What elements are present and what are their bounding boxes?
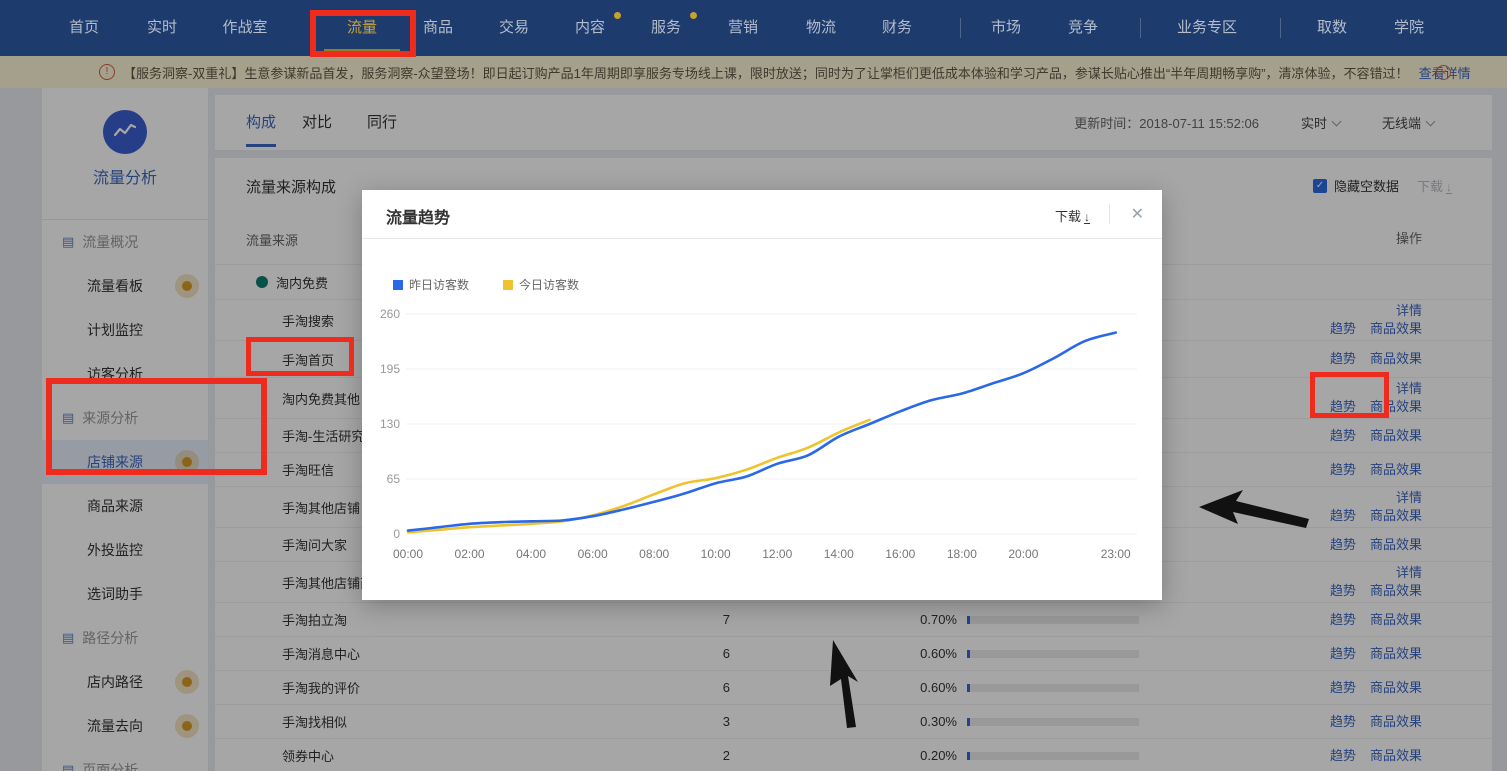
- svg-text:04:00: 04:00: [516, 547, 546, 561]
- trend-modal: 流量趋势 下载↓ ✕ 昨日访客数今日访客数 06513019526000:000…: [362, 190, 1162, 600]
- svg-text:260: 260: [380, 307, 400, 321]
- nav-item-市场[interactable]: 市场: [991, 0, 1021, 56]
- nav-item-首页[interactable]: 首页: [69, 0, 99, 56]
- legend-label: 昨日访客数: [409, 276, 469, 293]
- nav-item-竞争[interactable]: 竞争: [1068, 0, 1098, 56]
- svg-text:12:00: 12:00: [762, 547, 792, 561]
- svg-text:18:00: 18:00: [947, 547, 977, 561]
- nav-item-流量[interactable]: 流量: [347, 0, 377, 56]
- nav-item-物流[interactable]: 物流: [806, 0, 836, 56]
- legend-item: 今日访客数: [503, 276, 579, 293]
- modal-close-icon[interactable]: ✕: [1131, 204, 1144, 224]
- nav-divider: [1140, 18, 1141, 38]
- svg-text:0: 0: [393, 527, 400, 541]
- svg-text:14:00: 14:00: [824, 547, 854, 561]
- nav-item-营销[interactable]: 营销: [728, 0, 758, 56]
- nav-item-内容[interactable]: 内容: [575, 0, 605, 56]
- legend-swatch: [393, 280, 403, 290]
- svg-text:08:00: 08:00: [639, 547, 669, 561]
- download-icon: ↓: [1084, 212, 1090, 224]
- chart-legend: 昨日访客数 今日访客数: [393, 276, 613, 293]
- nav-active-underline: [324, 49, 400, 53]
- trend-line-chart: 0 65 130 195 260 00:00 02:00 04:00 06:00 08:00 10:…: [367, 298, 1157, 588]
- new-badge-dot: [614, 12, 621, 19]
- nav-item-作战室[interactable]: 作战室: [222, 0, 267, 56]
- svg-text:06:00: 06:00: [578, 547, 608, 561]
- modal-download-button[interactable]: 下载↓: [1055, 206, 1090, 225]
- new-badge-dot: [690, 12, 697, 19]
- nav-divider: [1280, 18, 1281, 38]
- svg-text:02:00: 02:00: [455, 547, 485, 561]
- nav-item-业务专区[interactable]: 业务专区: [1177, 0, 1237, 56]
- svg-text:130: 130: [380, 417, 400, 431]
- nav-item-交易[interactable]: 交易: [499, 0, 529, 56]
- divider: [1109, 204, 1110, 224]
- nav-item-财务[interactable]: 财务: [882, 0, 912, 56]
- nav-item-取数[interactable]: 取数: [1317, 0, 1347, 56]
- legend-item: 昨日访客数: [393, 276, 469, 293]
- top-nav: 首页实时作战室 流量商品交易内容服务营销物流财务 市场竞争 业务专区 取数学院: [0, 0, 1507, 56]
- modal-title: 流量趋势: [386, 204, 450, 228]
- legend-swatch: [503, 280, 513, 290]
- legend-label: 今日访客数: [519, 276, 579, 293]
- nav-item-学院[interactable]: 学院: [1394, 0, 1424, 56]
- svg-text:23:00: 23:00: [1101, 547, 1131, 561]
- modal-header: 流量趋势 下载↓ ✕: [362, 190, 1162, 239]
- svg-text:195: 195: [380, 362, 400, 376]
- svg-text:65: 65: [387, 472, 401, 486]
- app-root: 首页实时作战室流量商品交易内容服务营销物流财务市场竞争业务专区取数学院 ! 【服…: [0, 0, 1507, 771]
- nav-item-服务[interactable]: 服务: [651, 0, 681, 56]
- svg-text:16:00: 16:00: [885, 547, 915, 561]
- svg-text:20:00: 20:00: [1008, 547, 1038, 561]
- svg-text:00:00: 00:00: [393, 547, 423, 561]
- nav-item-实时[interactable]: 实时: [147, 0, 177, 56]
- svg-text:10:00: 10:00: [701, 547, 731, 561]
- nav-divider: [960, 18, 961, 38]
- nav-item-商品[interactable]: 商品: [423, 0, 453, 56]
